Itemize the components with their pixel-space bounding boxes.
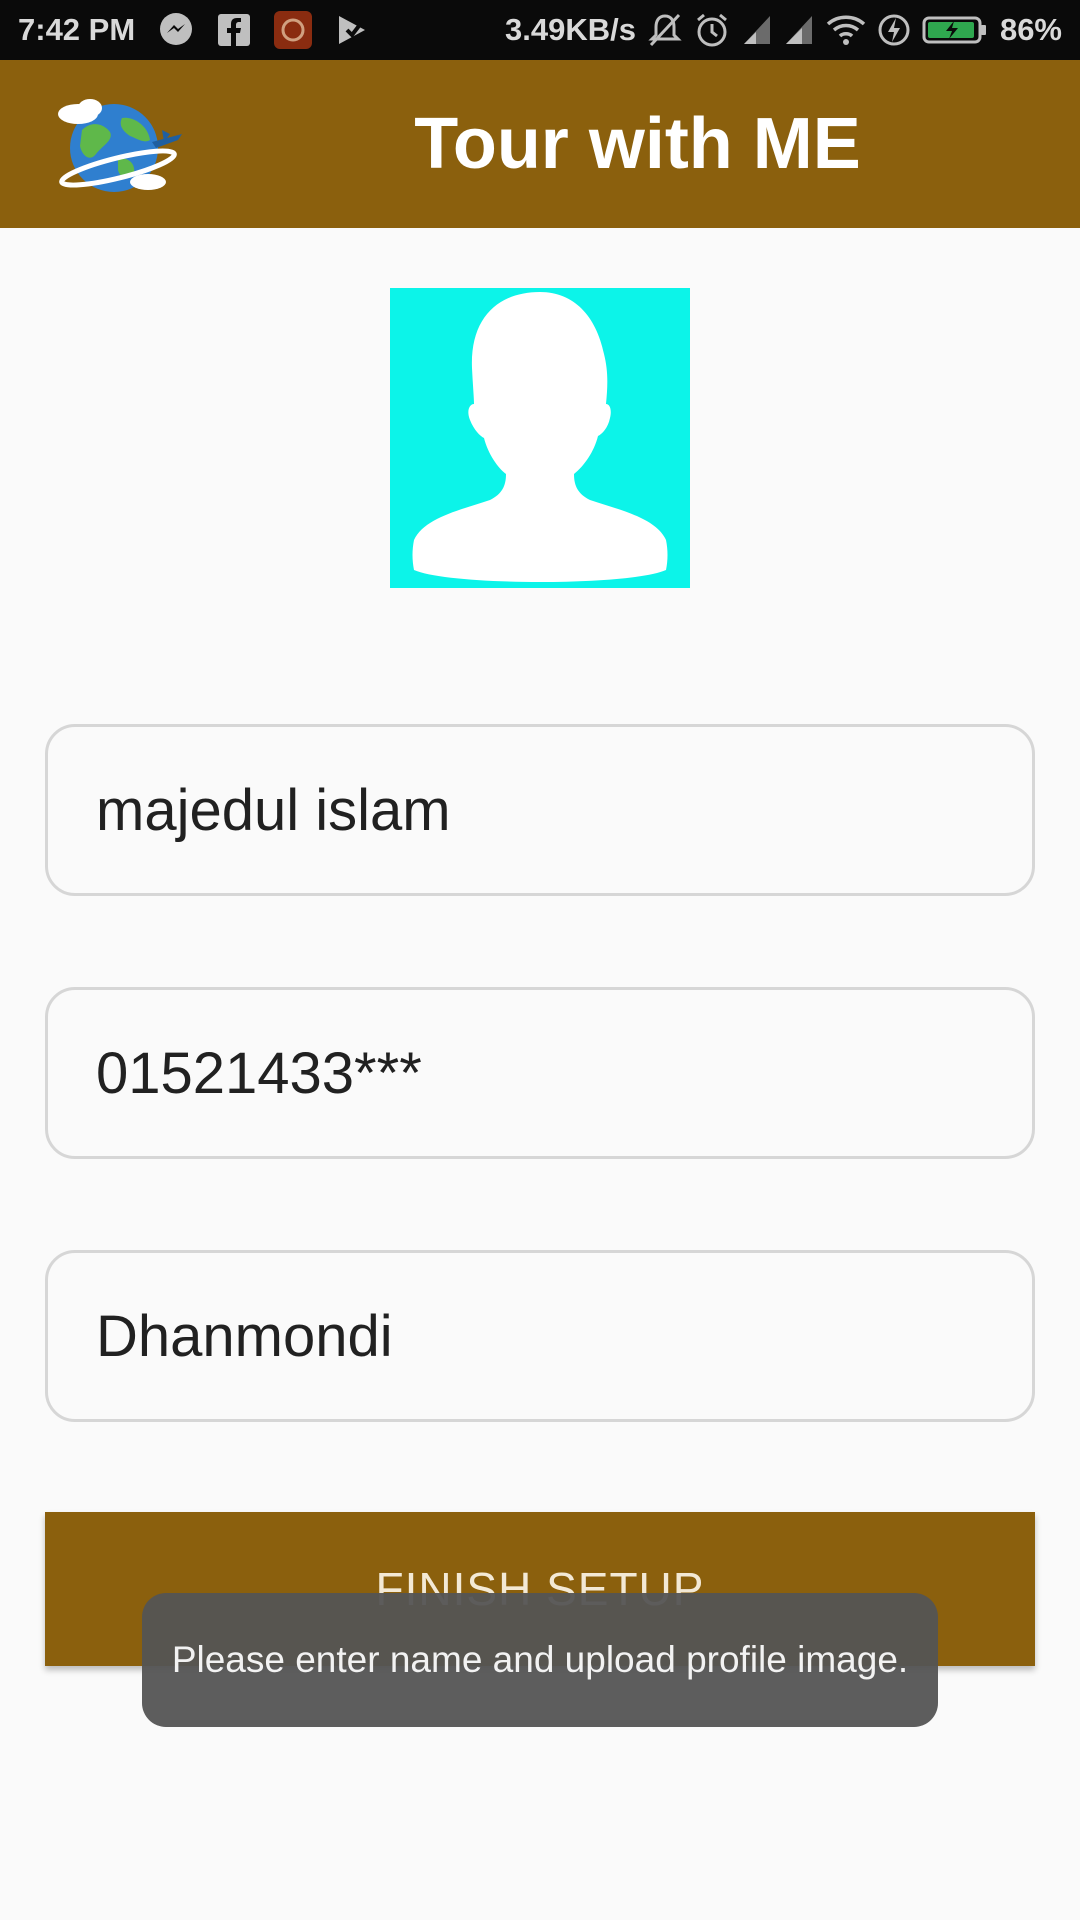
phone-input[interactable] (94, 1038, 992, 1108)
net-speed: 3.49KB/s (504, 12, 636, 47)
charging-bolt-icon (878, 13, 910, 47)
phone-field[interactable] (45, 987, 1035, 1159)
status-bar: 7:42 PM 3.49KB/s 86% (0, 0, 1080, 60)
profile-avatar[interactable] (390, 288, 690, 588)
signal-icon (742, 14, 772, 46)
messenger-icon (157, 11, 195, 49)
area-field[interactable] (45, 1250, 1035, 1422)
status-time: 7:42 PM (18, 12, 136, 47)
app-bar: Tour with ME (0, 60, 1080, 228)
toast-message: Please enter name and upload profile ima… (142, 1593, 938, 1727)
facebook-icon (217, 13, 251, 47)
toast-text: Please enter name and upload profile ima… (171, 1639, 909, 1680)
play-check-icon (335, 12, 371, 48)
status-bar-left: 7:42 PM (18, 0, 371, 60)
mute-bell-icon (648, 12, 682, 48)
app-icon (273, 10, 313, 50)
battery-percent: 86% (999, 12, 1062, 47)
name-field[interactable] (45, 724, 1035, 896)
battery-icon (922, 15, 988, 45)
alarm-icon (694, 12, 730, 48)
signal-icon-2 (784, 14, 814, 46)
status-bar-right: 3.49KB/s 86% (505, 0, 1062, 60)
area-input[interactable] (94, 1301, 992, 1371)
app-title: Tour with ME (414, 104, 861, 184)
person-silhouette-icon (412, 292, 668, 582)
name-input[interactable] (94, 775, 992, 845)
wifi-icon (826, 14, 866, 46)
